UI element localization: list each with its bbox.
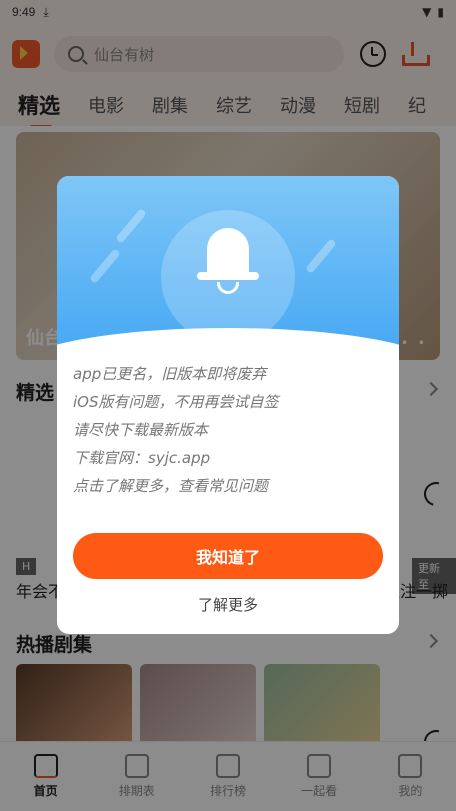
dialog-header-illustration: [57, 176, 399, 408]
decor-streak: [115, 208, 147, 244]
message-line: 请尽快下载最新版本: [73, 421, 209, 439]
decor-streak: [305, 238, 337, 274]
message-line: app已更名，旧版本即将废弃: [73, 365, 267, 383]
decor-streak: [89, 248, 121, 284]
message-line: 点击了解更多，查看常见问题: [73, 477, 269, 495]
message-line: iOS版有问题，不用再尝试自签: [73, 393, 279, 411]
notice-dialog: app已更名，旧版本即将废弃 iOS版有问题，不用再尝试自签 请尽快下载最新版本…: [57, 176, 399, 634]
dialog-message: app已更名，旧版本即将废弃 iOS版有问题，不用再尝试自签 请尽快下载最新版本…: [73, 360, 383, 500]
got-it-button[interactable]: 我知道了: [73, 533, 383, 579]
message-line: 下载官网：syjc.app: [73, 449, 211, 467]
bell-icon: [197, 224, 259, 294]
learn-more-button[interactable]: 了解更多: [73, 592, 383, 616]
